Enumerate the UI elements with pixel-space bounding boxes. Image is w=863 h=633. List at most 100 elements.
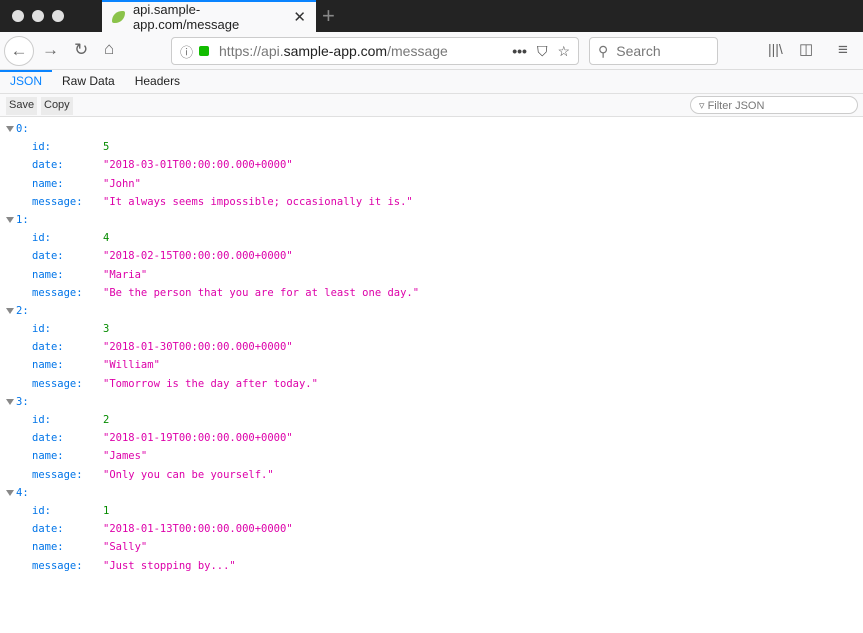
- browser-tab[interactable]: api.sample-app.com/message ✕: [102, 0, 316, 32]
- item-index: 0:: [16, 123, 29, 135]
- json-field-row: name: "James": [0, 447, 863, 465]
- more-icon[interactable]: •••: [512, 43, 527, 59]
- new-tab-button[interactable]: +: [322, 3, 335, 29]
- copy-button[interactable]: Copy: [41, 97, 73, 115]
- info-icon[interactable]: ⓘ: [180, 42, 193, 61]
- item-key[interactable]: 3:: [6, 393, 29, 411]
- field-key: message:: [32, 377, 83, 390]
- field-key: message:: [32, 559, 83, 572]
- library-icon[interactable]: |||\: [768, 41, 783, 57]
- json-field-row: name: "Maria": [0, 266, 863, 284]
- item-key[interactable]: 1:: [6, 211, 29, 229]
- item-key[interactable]: 2:: [6, 302, 29, 320]
- field-key: message:: [32, 286, 83, 299]
- minimize-window-button[interactable]: [32, 10, 44, 22]
- field-key: name:: [32, 450, 64, 463]
- item-index: 2:: [16, 304, 29, 317]
- field-value-name: "James": [103, 450, 148, 463]
- field-value-id: 2: [103, 414, 110, 426]
- item-index: 1:: [16, 213, 29, 226]
- json-field-row: id: 4: [0, 229, 863, 247]
- field-key: name:: [32, 359, 64, 372]
- field-key: date:: [32, 250, 64, 263]
- item-key[interactable]: 4:: [6, 484, 29, 502]
- nav-bar: ← → ↻ ⌂ ⓘ https://api. sample-app.com/mes…: [0, 32, 863, 70]
- field-key: id:: [32, 232, 51, 245]
- filter-placeholder: Filter JSON: [707, 100, 765, 112]
- search-input[interactable]: ⚲ Search: [589, 37, 718, 65]
- field-key: message:: [32, 468, 83, 481]
- item-index: 4:: [16, 486, 29, 499]
- forward-button[interactable]: →: [42, 40, 59, 60]
- search-icon: ⚲: [598, 42, 609, 59]
- json-field-row: message: "Just stopping by...": [0, 557, 863, 575]
- json-item-row[interactable]: 0:: [0, 120, 863, 138]
- json-field-row: name: "William": [0, 356, 863, 374]
- reload-button[interactable]: ↻: [74, 40, 88, 60]
- collapse-triangle-icon[interactable]: [6, 398, 14, 405]
- field-key: name:: [32, 541, 64, 554]
- json-item-row[interactable]: 1:: [0, 211, 863, 229]
- field-value-id: 5: [103, 141, 110, 154]
- back-button[interactable]: ←: [4, 36, 34, 66]
- field-value-message: "Just stopping by...": [103, 559, 236, 572]
- json-item-row[interactable]: 4:: [0, 484, 863, 502]
- tab-title: api.sample-app.com/message: [132, 2, 240, 32]
- field-value-message: "It always seems impossible; occasionall…: [103, 195, 413, 208]
- field-value-date: "2018-01-19T00:00:00.000+0000": [103, 432, 293, 445]
- collapse-triangle-icon[interactable]: [6, 307, 14, 314]
- json-item-row[interactable]: 3:: [0, 393, 863, 411]
- close-tab-icon[interactable]: ✕: [293, 8, 306, 26]
- lock-icon: [199, 46, 210, 56]
- field-key: name:: [32, 268, 64, 281]
- json-item-row[interactable]: 2:: [0, 302, 863, 320]
- pocket-icon[interactable]: ⛉: [537, 43, 548, 60]
- json-field-row: date: "2018-02-15T00:00:00.000+0000": [0, 247, 863, 265]
- json-field-row: name: "John": [0, 175, 863, 193]
- search-placeholder: Search: [616, 43, 661, 59]
- json-field-row: id: 2: [0, 411, 863, 429]
- url-domain: sample-app.com: [283, 43, 388, 59]
- maximize-window-button[interactable]: [52, 10, 64, 22]
- url-path: /message: [387, 43, 448, 59]
- field-key: date:: [32, 341, 64, 354]
- tab-raw-data[interactable]: Raw Data: [52, 70, 125, 94]
- address-bar[interactable]: ⓘ https://api. sample-app.com/message •••…: [171, 37, 579, 65]
- field-key: date:: [32, 432, 64, 445]
- field-value-message: "Tomorrow is the day after today.": [103, 377, 318, 390]
- title-bar: api.sample-app.com/message ✕ +: [0, 0, 863, 32]
- json-field-row: message: "Tomorrow is the day after today…: [0, 375, 863, 393]
- json-field-row: message: "It always seems impossible; occ…: [0, 193, 863, 211]
- json-tree: 0: id: 5 date: "2018-03-01T00:00:00.000+0000…: [0, 117, 863, 575]
- field-key: date:: [32, 159, 64, 172]
- sidebar-icon[interactable]: ◫: [799, 40, 813, 58]
- json-field-row: date: "2018-03-01T00:00:00.000+0000": [0, 156, 863, 174]
- tab-json[interactable]: JSON: [0, 70, 53, 94]
- field-value-date: "2018-02-15T00:00:00.000+0000": [103, 250, 293, 263]
- field-key: date:: [32, 523, 64, 536]
- close-window-button[interactable]: [12, 10, 24, 22]
- field-value-name: "Sally": [103, 541, 148, 554]
- field-value-message: "Only you can be yourself.": [103, 468, 274, 481]
- filter-json-input[interactable]: ▿ Filter JSON: [690, 96, 858, 114]
- json-field-row: message: "Only you can be yourself.": [0, 466, 863, 484]
- json-field-row: date: "2018-01-30T00:00:00.000+0000": [0, 338, 863, 356]
- save-button[interactable]: Save: [6, 97, 38, 115]
- filter-icon: ▿: [699, 100, 708, 112]
- field-value-message: "Be the person that you are for at least…: [103, 286, 420, 299]
- field-value-name: "John": [103, 177, 141, 190]
- field-value-name: "Maria": [103, 268, 148, 281]
- json-field-row: name: "Sally": [0, 538, 863, 556]
- collapse-triangle-icon[interactable]: [6, 489, 14, 496]
- collapse-triangle-icon[interactable]: [6, 216, 14, 223]
- tab-headers[interactable]: Headers: [125, 70, 190, 94]
- field-key: name:: [32, 177, 64, 190]
- collapse-triangle-icon[interactable]: [6, 126, 14, 132]
- field-value-date: "2018-03-01T00:00:00.000+0000": [103, 159, 293, 172]
- menu-icon[interactable]: ≡: [838, 40, 848, 60]
- home-button[interactable]: ⌂: [104, 39, 114, 59]
- json-field-row: id: 1: [0, 502, 863, 520]
- field-value-date: "2018-01-30T00:00:00.000+0000": [103, 341, 293, 354]
- item-key[interactable]: 0:: [6, 120, 29, 138]
- bookmark-star-icon[interactable]: ☆: [557, 43, 570, 60]
